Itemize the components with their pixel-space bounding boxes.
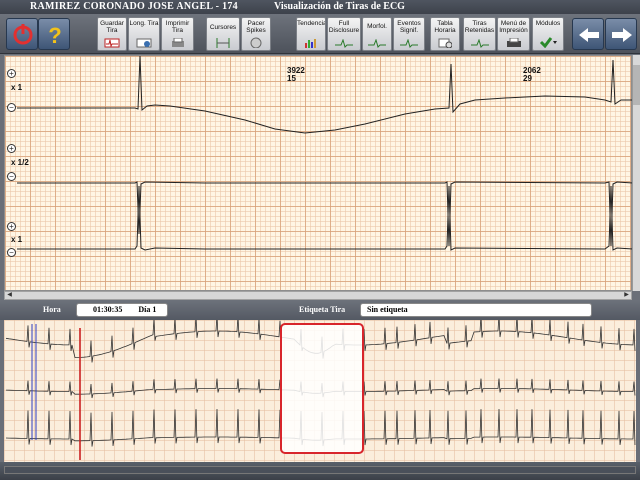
gain-decrease-icon[interactable]: − xyxy=(7,103,16,112)
window-title: Visualización de Tiras de ECG xyxy=(274,1,405,12)
save-strip-button[interactable]: Guardar Tira xyxy=(97,17,127,51)
status-track xyxy=(4,466,636,474)
horizontal-scrollbar[interactable]: ◀ ▶ xyxy=(4,291,632,300)
day-value: Día 1 xyxy=(138,305,157,314)
ecg-trace-lead-2 xyxy=(17,181,633,247)
svg-text:?: ? xyxy=(48,23,61,48)
help-button[interactable]: ? xyxy=(38,18,70,50)
pacer-icon xyxy=(250,37,262,48)
gain-decrease-icon[interactable]: − xyxy=(7,172,16,181)
hourly-table-button[interactable]: Tabla Horaria xyxy=(430,17,460,51)
status-bar xyxy=(0,462,640,480)
cursors-button[interactable]: Cursores xyxy=(206,17,240,51)
power-icon xyxy=(13,24,33,45)
arrow-left-icon xyxy=(579,28,599,42)
title-bar: RAMIREZ CORONADO JOSE ANGEL - 174 Visual… xyxy=(0,0,640,14)
patient-name: RAMIREZ CORONADO JOSE ANGEL - 174 xyxy=(30,1,238,12)
ecg-trace-lead-3 xyxy=(17,185,633,251)
selected-strip-window[interactable] xyxy=(280,323,364,454)
full-disclosure-button[interactable]: Full Disclosure xyxy=(327,17,361,51)
app-window: RAMIREZ CORONADO JOSE ANGEL - 174 Visual… xyxy=(0,0,640,480)
info-bar: Hora 01:30:35 Día 1 Etiqueta Tira Sin et… xyxy=(0,300,640,320)
significant-events-button[interactable]: Eventos Signif. xyxy=(393,17,425,51)
hourly-table-icon xyxy=(438,38,452,48)
beat-annotation: 2062 29 xyxy=(523,66,541,83)
time-field: 01:30:35 Día 1 xyxy=(76,303,168,317)
scroll-thumb[interactable] xyxy=(633,65,640,105)
previous-button[interactable] xyxy=(572,18,604,50)
gain-increase-icon[interactable]: + xyxy=(7,69,16,78)
help-icon: ? xyxy=(48,23,61,48)
strip-tag-label: Etiqueta Tira xyxy=(299,305,346,314)
lead-3-gain: x 1 xyxy=(11,235,23,244)
full-disclosure-overview[interactable] xyxy=(4,320,636,462)
trends-icon xyxy=(305,39,316,48)
beat-annotation: 3922 15 xyxy=(287,66,305,83)
print-strip-button[interactable]: Imprimir Tira xyxy=(161,17,194,51)
toolbar: ? Guardar Tira Long. Tira Imprimir Tira … xyxy=(0,14,640,54)
time-value: 01:30:35 xyxy=(93,305,123,314)
retained-strips-icon xyxy=(470,39,489,48)
full-disclosure-icon xyxy=(335,39,353,48)
arrow-right-icon xyxy=(612,28,632,42)
gain-decrease-icon[interactable]: − xyxy=(7,248,16,257)
next-button[interactable] xyxy=(605,18,637,50)
gain-increase-icon[interactable]: + xyxy=(7,144,16,153)
power-button[interactable] xyxy=(6,18,38,50)
print-icon xyxy=(171,38,184,47)
retained-strips-button[interactable]: Tiras Retenidas xyxy=(463,17,496,51)
scroll-right-icon[interactable]: ▶ xyxy=(622,292,631,299)
trends-button[interactable]: Tendencias xyxy=(296,17,326,51)
time-label: Hora xyxy=(43,305,61,314)
events-icon xyxy=(400,39,418,48)
lead-1-gain: x 1 xyxy=(11,83,23,92)
strip-length-icon xyxy=(136,38,152,48)
vertical-scrollbar[interactable] xyxy=(632,55,640,291)
strip-length-button[interactable]: Long. Tira xyxy=(128,17,160,51)
pacer-spikes-button[interactable]: Pacer Spikes xyxy=(241,17,271,51)
morphology-icon xyxy=(368,39,386,48)
print-menu-icon xyxy=(506,38,521,47)
gain-increase-icon[interactable]: + xyxy=(7,222,16,231)
cursors-icon xyxy=(216,38,230,48)
modules-icon xyxy=(539,37,557,48)
modules-button[interactable]: Módulos xyxy=(532,17,564,51)
morphology-button[interactable]: Morfol. xyxy=(362,17,392,51)
ecg-traces xyxy=(17,56,633,251)
save-strip-icon xyxy=(104,38,120,48)
strip-tag-field[interactable]: Sin etiqueta xyxy=(360,303,592,317)
strip-tag-value: Sin etiqueta xyxy=(367,305,408,314)
scroll-left-icon[interactable]: ◀ xyxy=(5,292,14,299)
print-menu-button[interactable]: Menú de Impresión xyxy=(497,17,530,51)
ecg-strip-view[interactable]: + x 1 − + x 1/2 − + x 1 − 3922 15 2062 2… xyxy=(4,55,633,291)
lead-2-gain: x 1/2 xyxy=(11,158,29,167)
